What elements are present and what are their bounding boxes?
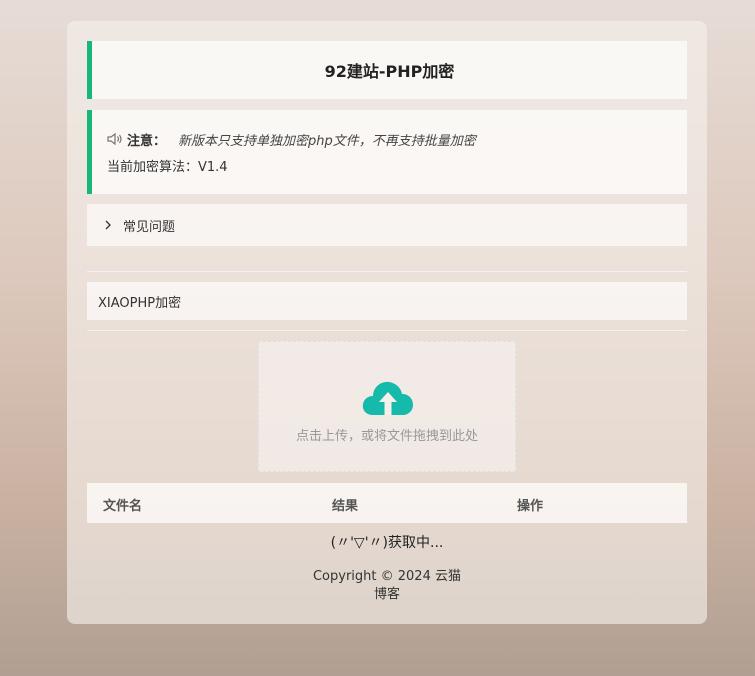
copyright-text: Copyright © 2024 云猫 — [312, 569, 461, 584]
cloud-upload-icon — [362, 381, 413, 415]
upload-hint: 点击上传，或将文件拖拽到此处 — [295, 429, 478, 444]
page-title: 92建站-PHP加密 — [87, 41, 687, 99]
page-title-text: 92建站-PHP加密 — [324, 62, 455, 81]
column-actions: 操作 — [517, 499, 544, 514]
footer-copyright: Copyright © 2024 云猫 博客 — [67, 568, 707, 604]
copyright-text-line2: 博客 — [373, 587, 400, 602]
column-result: 结果 — [332, 499, 359, 514]
speaker-icon — [107, 132, 122, 146]
notice-label: 注意： — [127, 133, 167, 149]
divider — [87, 330, 687, 331]
main-panel: 92建站-PHP加密 注意： 新版本只支持单独加密php文件，不再支持批量加密 … — [67, 21, 707, 624]
encrypt-option[interactable]: XIAOPHP加密 — [87, 282, 687, 320]
column-filename: 文件名 — [103, 499, 143, 514]
file-table-header: 文件名 结果 操作 — [87, 483, 687, 523]
algorithm-version: 当前加密算法：V1.4 — [107, 160, 228, 175]
loading-text: (〃'▽'〃)获取中... — [330, 535, 444, 551]
faq-collapse[interactable]: 常见问题 — [87, 204, 687, 246]
encrypt-option-label: XIAOPHP加密 — [98, 295, 182, 311]
faq-label: 常见问题 — [123, 219, 176, 235]
upload-dropzone[interactable]: 点击上传，或将文件拖拽到此处 — [258, 341, 516, 472]
notice-text: 新版本只支持单独加密php文件，不再支持批量加密 — [178, 133, 476, 149]
divider — [87, 271, 687, 272]
notice-line: 注意： 新版本只支持单独加密php文件，不再支持批量加密 — [107, 130, 687, 149]
notice-box: 注意： 新版本只支持单独加密php文件，不再支持批量加密 当前加密算法：V1.4 — [87, 110, 687, 194]
chevron-right-icon — [105, 220, 111, 230]
